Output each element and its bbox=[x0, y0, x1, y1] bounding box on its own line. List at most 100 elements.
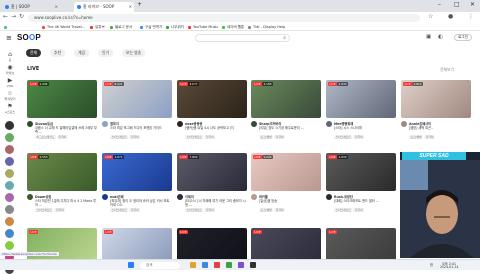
bookmark-item[interactable]: 블로그 문서 bbox=[110, 24, 132, 30]
bookmark-item[interactable]: YouTube Music bbox=[188, 24, 218, 30]
stream-title[interactable]: [최강자] 정이 오 정리야 흘러 상은 커서 보트 카세 ㅁㅁ bbox=[110, 199, 172, 207]
tab-close-icon[interactable]: ✕ bbox=[55, 2, 58, 12]
followed-channel-avatar[interactable] bbox=[5, 121, 14, 130]
followed-channel-avatar[interactable] bbox=[5, 241, 14, 250]
tag[interactable]: 스타크래프트 bbox=[185, 208, 204, 212]
tag[interactable]: 스타크래프트 bbox=[334, 135, 353, 139]
stream-title[interactable]: 쉬움스 너 교래 드 잘해타입갤에 쓰레 3세부 부족 ... bbox=[35, 126, 97, 134]
followed-channel-avatar[interactable] bbox=[5, 145, 14, 154]
new-tab-icon[interactable]: + bbox=[137, 1, 142, 8]
tag[interactable]: 한국어 bbox=[57, 135, 68, 139]
followed-channel-avatar[interactable] bbox=[5, 229, 14, 238]
profile-icon[interactable]: ● bbox=[448, 13, 453, 20]
sidebar-item[interactable]: ⌂ 홈 bbox=[2, 51, 18, 62]
streamer-avatar[interactable] bbox=[326, 194, 332, 200]
stream-thumbnail[interactable]: LIVE 1,043 bbox=[326, 80, 396, 118]
stream-thumbnail[interactable]: LIVE 7,802 bbox=[177, 153, 247, 191]
stream-thumbnail[interactable]: LIVE 2,185 bbox=[251, 80, 321, 118]
minimize-icon[interactable]: – bbox=[438, 1, 441, 8]
tag[interactable]: 한국어 bbox=[353, 135, 365, 139]
tag[interactable]: 한국어 bbox=[424, 135, 435, 139]
streamer-avatar[interactable] bbox=[102, 194, 108, 200]
followed-channel-avatar[interactable] bbox=[5, 169, 14, 178]
ime-indicator[interactable]: 한 bbox=[430, 262, 433, 267]
tag[interactable]: 한국어 bbox=[353, 208, 365, 212]
streamer-avatar[interactable] bbox=[251, 194, 257, 200]
followed-channel-avatar[interactable] bbox=[5, 157, 14, 166]
hamburger-menu-icon[interactable]: ≡ bbox=[6, 34, 12, 42]
stream-title[interactable]: [리뷰] 장도 스기장 해우로운리 ... bbox=[259, 126, 321, 134]
bookmark-item[interactable]: The 4K World Travel... bbox=[42, 24, 85, 30]
taskbar-search[interactable]: 검색 bbox=[140, 262, 180, 269]
tag[interactable]: 스타크래프트 bbox=[35, 208, 54, 212]
stream-thumbnail[interactable]: LIVE 1,930 bbox=[326, 153, 396, 191]
stream-thumbnail[interactable]: LIVE 1,671 bbox=[102, 153, 172, 191]
stream-thumbnail[interactable]: LIVE 1,294 bbox=[27, 80, 97, 118]
followed-channel-avatar[interactable] bbox=[5, 181, 14, 190]
app-icon[interactable] bbox=[238, 262, 244, 268]
filter-chip[interactable]: 게임 bbox=[74, 49, 89, 57]
stream-title[interactable]: [캠방] 새벽 피곤.. bbox=[409, 126, 471, 134]
star-icon[interactable]: ☆ bbox=[428, 13, 433, 20]
see-all-link[interactable]: 전체보기 bbox=[440, 67, 454, 73]
streamer-avatar[interactable] bbox=[27, 121, 33, 127]
broadcast-icon[interactable]: ▣ bbox=[426, 34, 431, 40]
streamer-avatar[interactable] bbox=[27, 194, 33, 200]
filter-chip[interactable]: 인기 bbox=[98, 49, 113, 57]
stream-title[interactable]: [타쿠스!] 너 차례에 여기 라운 그리 중보지 시청 ... bbox=[185, 199, 247, 207]
tag[interactable]: 한국어 bbox=[54, 208, 66, 212]
search-icon[interactable]: ⌕ bbox=[283, 35, 286, 41]
stream-thumbnail[interactable]: LIVE 3,077 bbox=[177, 80, 247, 118]
stream-title[interactable]: [스타] 시스 스나이퍼 bbox=[334, 126, 396, 134]
bookmark-item[interactable]: 나무위키 bbox=[166, 24, 184, 30]
tag[interactable]: 한국어 bbox=[204, 135, 216, 139]
tag[interactable]: 토크/캠방 bbox=[259, 208, 274, 212]
back-icon[interactable]: ← bbox=[3, 13, 8, 20]
streamer-avatar[interactable] bbox=[251, 121, 257, 127]
chrome-icon[interactable] bbox=[214, 262, 220, 268]
tag[interactable]: 스타크래프트 bbox=[334, 208, 353, 212]
streamer-avatar[interactable] bbox=[326, 121, 332, 127]
maximize-icon[interactable]: □ bbox=[454, 1, 460, 8]
clock-date[interactable]: 2024-01-14 bbox=[440, 265, 459, 269]
sidebar-item[interactable]: ▶ VOD bbox=[2, 77, 18, 88]
search-input[interactable]: ⌕ bbox=[195, 34, 290, 42]
stream-title[interactable]: [대회] 스타크래프트 엔드 필터 ... bbox=[334, 199, 396, 207]
bookmark-item[interactable]: 네이버 웹툰 bbox=[222, 24, 244, 30]
browser-tab-active[interactable]: 홈 라이브 - SOOP ✕ bbox=[74, 2, 134, 12]
soop-logo[interactable]: SOOP bbox=[17, 33, 41, 42]
close-window-icon[interactable]: ✕ bbox=[470, 1, 475, 8]
streamer-avatar[interactable] bbox=[177, 194, 183, 200]
tag[interactable]: 리그오브레전드 bbox=[35, 135, 57, 139]
streamer-avatar[interactable] bbox=[102, 121, 108, 127]
bookmark-item[interactable]: ​ bbox=[4, 24, 9, 30]
tag[interactable]: 스타크래프트 bbox=[110, 135, 129, 139]
bookmark-item[interactable]: 유튜브 bbox=[90, 24, 105, 30]
forward-icon[interactable]: → bbox=[11, 13, 16, 20]
sidebar-item[interactable]: ⚑ e스포츠 bbox=[2, 103, 18, 114]
streamer-avatar[interactable] bbox=[401, 121, 407, 127]
tag[interactable]: 한국어 bbox=[274, 208, 285, 212]
browser-tab[interactable]: 홈 | SOOP ✕ bbox=[2, 2, 60, 12]
bookmark-item[interactable]: Tldr - Display Help bbox=[248, 24, 285, 30]
tag[interactable]: 토크/캠방 bbox=[259, 135, 274, 139]
edge-icon[interactable] bbox=[202, 262, 208, 268]
tag[interactable]: 한국어 bbox=[129, 208, 141, 212]
stream-title[interactable]: 스타 최강 포그배 드디어 포켓몬 가이드 bbox=[110, 126, 172, 134]
filter-chip[interactable]: 추천 bbox=[50, 49, 65, 57]
url-field[interactable]: www.sooplive.co.kr/?s=home bbox=[28, 13, 420, 22]
tag[interactable]: 스타크래프트 bbox=[110, 208, 129, 212]
filter-chip[interactable]: 보는 방송 bbox=[122, 49, 146, 57]
file-explorer-icon[interactable] bbox=[190, 262, 196, 268]
tag[interactable]: 한국어 bbox=[129, 135, 141, 139]
sidebar-item[interactable]: ◉ 라이브 bbox=[2, 64, 18, 75]
windows-start-icon[interactable] bbox=[128, 262, 134, 268]
app-icon[interactable] bbox=[226, 262, 232, 268]
stream-title[interactable]: [랭커]랭 요일 4시 너도 공략보고 (T) bbox=[185, 126, 247, 134]
stream-thumbnail[interactable]: LIVE 8,221 bbox=[102, 80, 172, 118]
stream-thumbnail[interactable]: LIVE 1,224 bbox=[251, 153, 321, 191]
bookmark-item[interactable]: 구글 번역기 bbox=[140, 24, 162, 30]
tag[interactable]: 토크/캠방 bbox=[409, 135, 424, 139]
followed-channel-avatar[interactable] bbox=[5, 193, 14, 202]
tag[interactable]: 스타크래프트 bbox=[185, 135, 204, 139]
